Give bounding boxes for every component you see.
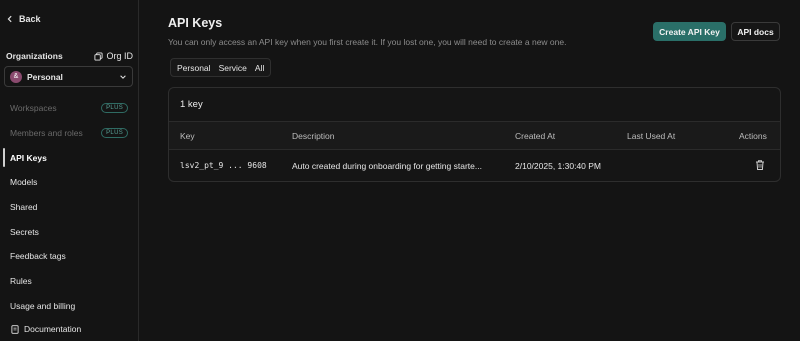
column-header-last-used-at: Last Used At	[627, 130, 676, 141]
plus-badge: PLUS	[101, 103, 128, 114]
column-header-created-at: Created At	[515, 130, 556, 141]
sidebar-item-label: Models	[10, 177, 38, 188]
sidebar-item-feedback-tags[interactable]: Feedback tags	[0, 244, 138, 269]
column-header-key: Key	[180, 130, 195, 141]
sidebar-item-label: Usage and billing	[10, 300, 76, 311]
org-title: Organizations	[6, 51, 63, 61]
create-api-key-button[interactable]: Create API Key	[653, 22, 726, 41]
column-header-actions: Actions	[739, 130, 767, 141]
page-subtitle: You can only access an API key when you …	[168, 37, 567, 47]
chevron-down-icon	[120, 74, 126, 79]
copy-icon	[94, 51, 104, 61]
org-name: Personal	[27, 71, 63, 82]
chevron-left-icon	[7, 15, 12, 23]
key-type-filter: Personal Service All	[170, 58, 272, 77]
sidebar-item-members-and-roles: Members and roles PLUS	[0, 121, 138, 146]
api-keys-table: 1 key Key Description Created At Last Us…	[168, 87, 781, 182]
sidebar: Back Organizations Org ID & Personal Wor…	[0, 0, 139, 341]
api-docs-button[interactable]: API docs	[731, 22, 780, 41]
table-header: Key Description Created At Last Used At …	[169, 122, 780, 150]
back-button[interactable]: Back	[6, 14, 41, 24]
table-row: lsv2_pt_9 ... 9608 Auto created during o…	[169, 150, 780, 181]
sidebar-item-label: Members and roles	[10, 128, 83, 139]
back-label: Back	[19, 14, 41, 24]
plus-badge: PLUS	[101, 128, 128, 139]
filter-service[interactable]: Service	[215, 63, 251, 73]
org-id-label: Org ID	[106, 51, 133, 61]
sidebar-nav: Workspaces PLUS Members and roles PLUS A…	[0, 96, 138, 318]
sidebar-item-api-keys[interactable]: API Keys	[0, 145, 138, 170]
sidebar-item-shared[interactable]: Shared	[0, 195, 138, 220]
sidebar-item-rules[interactable]: Rules	[0, 269, 138, 294]
org-selector[interactable]: & Personal	[4, 66, 133, 87]
sidebar-item-usage-and-billing[interactable]: Usage and billing	[0, 294, 138, 319]
trash-icon[interactable]	[754, 159, 766, 171]
documentation-link[interactable]: Documentation	[11, 324, 81, 334]
org-id-button[interactable]: Org ID	[94, 51, 133, 61]
description-cell: Auto created during onboarding for getti…	[292, 161, 482, 171]
sidebar-item-label: Workspaces	[10, 103, 57, 114]
key-count: 1 key	[169, 88, 780, 122]
column-header-description: Description	[292, 130, 335, 141]
document-icon	[11, 324, 19, 334]
sidebar-item-models[interactable]: Models	[0, 170, 138, 195]
sidebar-item-label: Feedback tags	[10, 251, 66, 262]
sidebar-item-label: Secrets	[10, 226, 39, 237]
main-content: API Keys You can only access an API key …	[139, 0, 800, 341]
sidebar-item-workspaces: Workspaces PLUS	[0, 96, 138, 121]
page-title: API Keys	[168, 16, 223, 30]
sidebar-item-secrets[interactable]: Secrets	[0, 219, 138, 244]
filter-personal[interactable]: Personal	[173, 63, 215, 73]
sidebar-item-label: API Keys	[10, 152, 47, 163]
created-at-cell: 2/10/2025, 1:30:40 PM	[515, 161, 602, 171]
documentation-label: Documentation	[24, 324, 82, 334]
filter-all[interactable]: All	[251, 63, 268, 73]
sidebar-item-label: Rules	[10, 276, 32, 287]
key-cell: lsv2_pt_9 ... 9608	[180, 161, 267, 170]
sidebar-item-label: Shared	[10, 202, 38, 213]
avatar: &	[10, 70, 22, 83]
org-header: Organizations Org ID	[6, 51, 133, 61]
